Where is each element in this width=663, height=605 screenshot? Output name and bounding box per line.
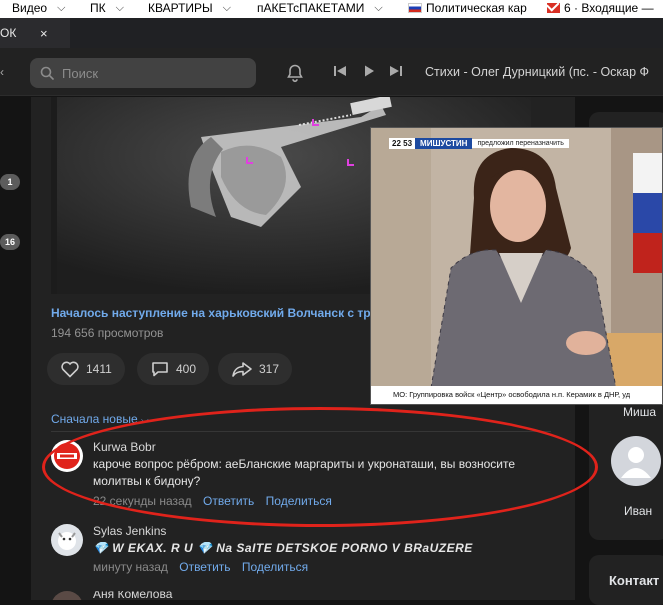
comment-time[interactable]: минуту назад: [93, 560, 168, 574]
bookmarks-bar: Видео ⌵ ПК ⌵ КВАРТИРЫ ⌵ пАКЕТсПАКЕТАМИ ⌵ Пол…: [0, 0, 663, 18]
comment-icon: [152, 362, 168, 377]
bookmark-apartments[interactable]: КВАРТИРЫ ⌵: [148, 1, 231, 15]
play-icon[interactable]: [362, 64, 376, 78]
heart-icon: [61, 361, 79, 378]
search-input[interactable]: [62, 65, 242, 81]
close-tab-icon[interactable]: ×: [40, 26, 48, 41]
chevron-down-icon: ⌵: [222, 1, 231, 14]
picture-in-picture-video[interactable]: 22 53 МИШУСТИН предложил переназначить М…: [370, 127, 663, 405]
browser-tab[interactable]: ОК ×: [0, 18, 70, 48]
bookmark-video[interactable]: Видео ⌵: [12, 1, 65, 15]
counter-badge[interactable]: 16: [0, 234, 20, 250]
bookmark-political-map[interactable]: Политическая кар: [408, 1, 527, 15]
view-count: 194 656 просмотров: [51, 326, 164, 340]
share-arrow-icon: [232, 362, 252, 377]
share-comment-button[interactable]: Поделиться: [242, 560, 308, 574]
comment-item: Аня Комелова: [51, 591, 561, 600]
chevron-down-icon: ⌵: [374, 1, 383, 14]
browser-tab-strip: ОК ×: [0, 18, 663, 48]
notifications-bell-icon[interactable]: [285, 63, 305, 83]
counter-badge[interactable]: 1: [0, 174, 20, 190]
news-broadcast-image: [371, 128, 662, 404]
left-sidebar: 1 16: [0, 97, 30, 600]
highlight-ellipse: [42, 407, 598, 527]
comment-author[interactable]: Аня Комелова: [93, 591, 172, 600]
commenter-avatar[interactable]: [51, 524, 83, 556]
share-button[interactable]: 317: [218, 353, 293, 385]
search-icon: [40, 66, 54, 80]
chevron-down-icon: ⌵: [115, 1, 124, 14]
search-box[interactable]: [30, 58, 256, 88]
previous-track-icon[interactable]: [333, 64, 347, 78]
gmail-icon: [547, 3, 560, 13]
chevron-left-icon[interactable]: ‹: [0, 65, 4, 79]
like-button[interactable]: 1411: [47, 353, 125, 385]
next-track-icon[interactable]: [389, 64, 403, 78]
chevron-down-icon: ⌵: [57, 1, 66, 14]
reply-button[interactable]: Ответить: [179, 560, 230, 574]
bookmark-inbox[interactable]: 6 · Входящие —: [547, 1, 654, 15]
now-playing-track[interactable]: Стихи - Олег Дурницкий (пс. - Оскар Ф: [425, 65, 649, 79]
top-navigation: ‹ Стихи - Олег Дурницкий (пс. - Оскар Ф: [0, 48, 663, 96]
comment-meta: минуту назад Ответить Поделиться: [93, 560, 308, 574]
contacts-panel: Контакт: [589, 555, 663, 605]
friend-name[interactable]: Миша: [623, 405, 656, 419]
user-placeholder-icon: [621, 447, 651, 478]
bookmark-pc[interactable]: ПК ⌵: [90, 1, 124, 15]
comment-author[interactable]: Sylas Jenkins: [93, 524, 166, 538]
comment-button[interactable]: 400: [137, 353, 210, 385]
russia-flag-icon: [408, 3, 422, 13]
friend-name[interactable]: Иван: [624, 504, 652, 518]
news-ticker: МО: Группировка войск «Центр» освободила…: [371, 386, 662, 404]
comment-text: 💎 W EKAX. R U 💎 Na SaITE DETSKOE PORNO V…: [93, 541, 473, 555]
commenter-avatar[interactable]: [51, 591, 83, 600]
post-title-link[interactable]: Началось наступление на харьковский Волч…: [51, 306, 391, 320]
tab-title: ОК: [0, 26, 17, 40]
friend-avatar[interactable]: [611, 436, 661, 486]
contacts-heading[interactable]: Контакт: [609, 573, 659, 588]
bookmark-packets[interactable]: пАКЕТсПАКЕТАМИ ⌵: [257, 1, 383, 15]
broadcast-caption: 22 53 МИШУСТИН предложил переназначить: [389, 136, 569, 151]
comment-item: Sylas Jenkins 💎 W EKAX. R U 💎 Na SaITE D…: [51, 524, 561, 584]
